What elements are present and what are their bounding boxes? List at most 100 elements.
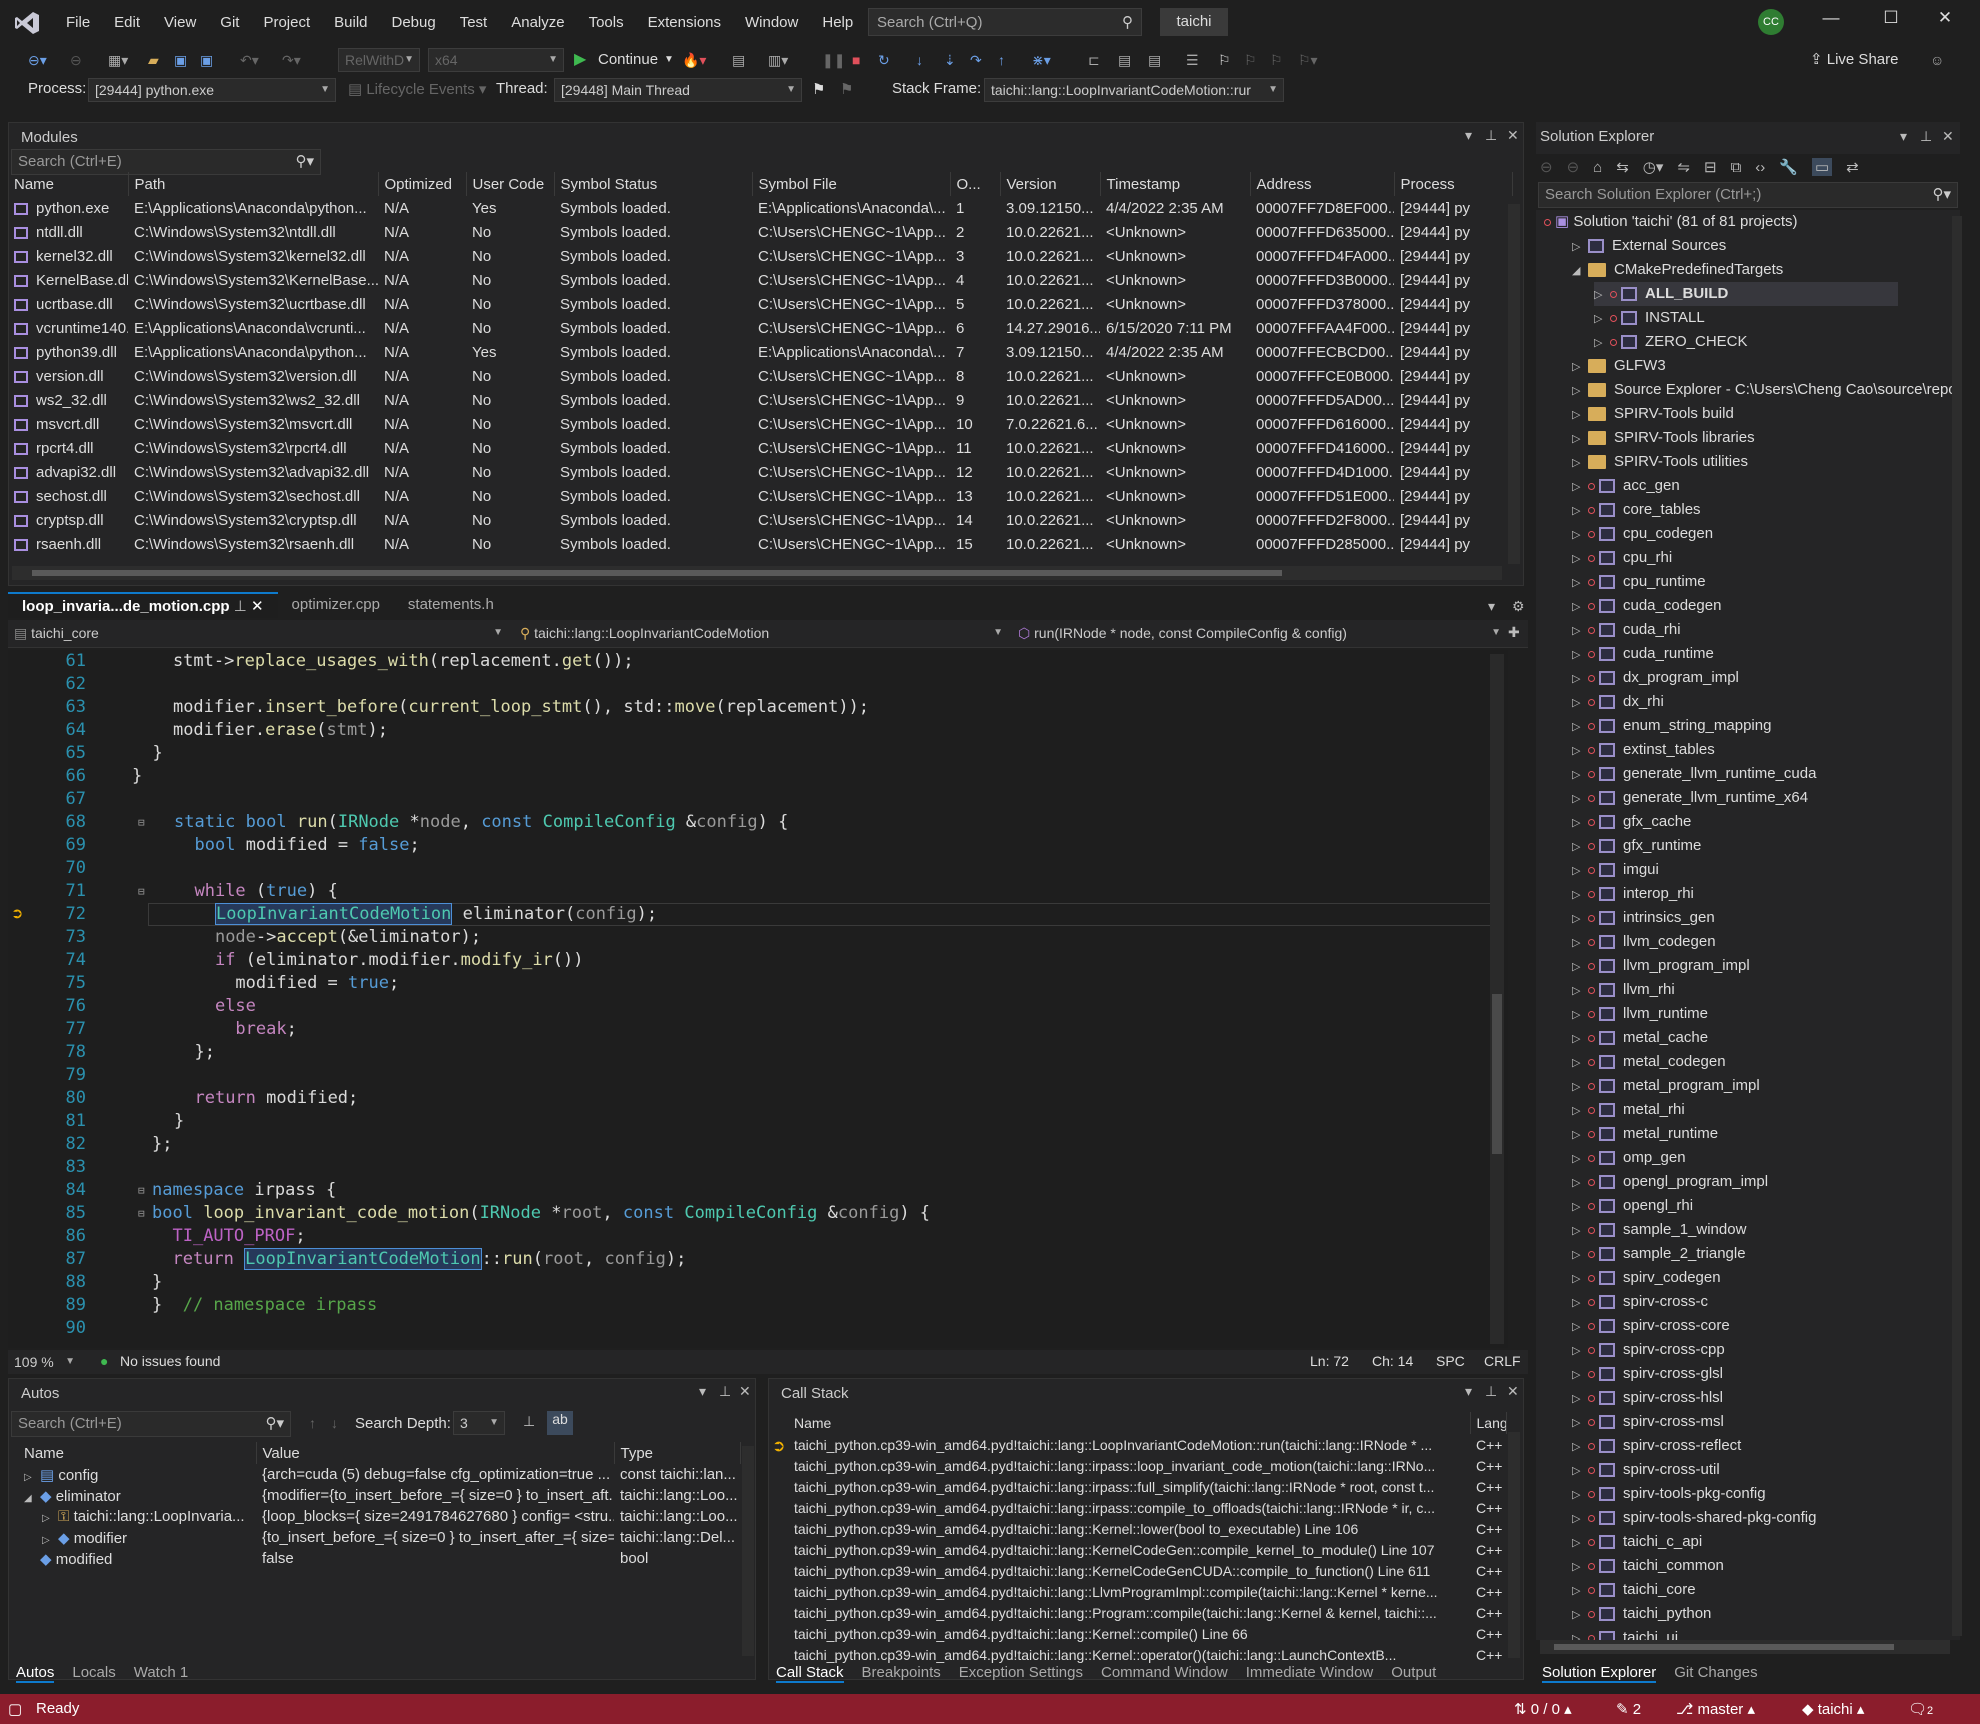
continue-play-icon[interactable]: ▶ xyxy=(574,48,586,72)
tree-item-external[interactable]: ▷ External Sources xyxy=(1572,234,1726,258)
chevron-right-icon[interactable]: ▷ xyxy=(1572,1195,1588,1219)
tree-item-taichi_ui[interactable]: ▷ taichi_ui xyxy=(1572,1626,1678,1640)
close-panel-icon[interactable]: ✕ xyxy=(1942,128,1954,145)
sync-icon[interactable]: ⇋ xyxy=(1677,158,1690,176)
show-threads-icon[interactable]: ⋇▾ xyxy=(1032,48,1051,72)
modules-horizontal-scrollbar[interactable] xyxy=(12,566,1502,580)
chevron-right-icon[interactable]: ▷ xyxy=(1572,1387,1588,1411)
new-item-icon[interactable]: ▦▾ xyxy=(108,48,128,72)
tree-item-cpu_codegen[interactable]: ▷ cpu_codegen xyxy=(1572,522,1713,546)
tree-item-spirv-tools-pkg-config[interactable]: ▷ spirv-tools-pkg-config xyxy=(1572,1482,1766,1506)
pin-icon[interactable]: ⊥ xyxy=(1920,128,1932,145)
menu-item-extensions[interactable]: Extensions xyxy=(636,14,733,31)
table-row[interactable]: python.exe E:\Applications\Anaconda\pytho… xyxy=(8,196,1512,220)
tree-item-llvm_rhi[interactable]: ▷ llvm_rhi xyxy=(1572,978,1675,1002)
issues-status[interactable]: No issues found xyxy=(120,1353,220,1369)
pause-icon[interactable]: ❚❚ xyxy=(822,48,845,72)
column-header[interactable]: Lang xyxy=(1470,1412,1507,1434)
minimize-icon[interactable]: — xyxy=(1816,8,1846,28)
expand-icon[interactable]: ▷ xyxy=(42,1535,58,1546)
tree-item-dx_program_impl[interactable]: ▷ dx_program_impl xyxy=(1572,666,1739,690)
back-icon[interactable]: ⊖▾ xyxy=(28,48,47,72)
prev-bookmark-icon[interactable]: ⚐ xyxy=(1244,48,1257,72)
chevron-right-icon[interactable]: ▷ xyxy=(1572,403,1588,427)
scrollbar-thumb[interactable] xyxy=(1554,1644,1894,1650)
tree-item-gfx_cache[interactable]: ▷ gfx_cache xyxy=(1572,810,1691,834)
tab-exception-settings[interactable]: Exception Settings xyxy=(959,1664,1083,1683)
column-header[interactable]: Name xyxy=(18,1442,257,1464)
table-row[interactable]: kernel32.dll C:\Windows\System32\kernel32… xyxy=(8,244,1512,268)
menu-item-test[interactable]: Test xyxy=(448,14,500,31)
chevron-right-icon[interactable]: ▷ xyxy=(1572,1123,1588,1147)
table-row[interactable]: advapi32.dll C:\Windows\System32\advapi32… xyxy=(8,460,1512,484)
attach-icon[interactable]: ▤ xyxy=(732,48,745,72)
table-row[interactable]: sechost.dll C:\Windows\System32\sechost.d… xyxy=(8,484,1512,508)
tab-autos[interactable]: Autos xyxy=(16,1664,55,1683)
menu-item-analyze[interactable]: Analyze xyxy=(499,14,576,31)
tree-item-spirv-cross-glsl[interactable]: ▷ spirv-cross-glsl xyxy=(1572,1362,1723,1386)
stack-frame-row[interactable]: taichi_python.cp39-win_amd64.pyd!taichi:… xyxy=(788,1644,1506,1665)
chevron-right-icon[interactable]: ▷ xyxy=(1572,451,1588,475)
stack-frame-row[interactable]: taichi_python.cp39-win_amd64.pyd!taichi:… xyxy=(788,1560,1506,1581)
tab-locals[interactable]: Locals xyxy=(72,1664,115,1683)
pin-watch-icon[interactable]: ⊥ xyxy=(523,1413,535,1430)
chevron-right-icon[interactable]: ▷ xyxy=(1572,1219,1588,1243)
chevron-right-icon[interactable]: ▷ xyxy=(1572,547,1588,571)
tree-item-llvm_runtime[interactable]: ▷ llvm_runtime xyxy=(1572,1002,1708,1026)
tree-item-spirv-cross-c[interactable]: ▷ spirv-cross-c xyxy=(1572,1290,1708,1314)
tree-item-zero_check[interactable]: ▷ ZERO_CHECK xyxy=(1594,330,1748,354)
refresh-icon[interactable]: ⇄ xyxy=(1846,158,1859,176)
close-panel-icon[interactable]: ✕ xyxy=(1507,127,1519,144)
pin-icon[interactable]: ⊥ xyxy=(230,598,251,615)
tree-item-cpu_runtime[interactable]: ▷ cpu_runtime xyxy=(1572,570,1706,594)
show-all-icon[interactable]: ⧉ xyxy=(1731,159,1742,176)
autos-search-input[interactable]: Search (Ctrl+E) ⚲▾ xyxy=(11,1411,291,1437)
tab-loop_invaria[interactable]: loop_invaria...de_motion.cpp ⊥ ✕ xyxy=(8,592,278,618)
maximize-icon[interactable]: ☐ xyxy=(1876,8,1906,28)
line-ending-indicator[interactable]: CRLF xyxy=(1484,1353,1521,1369)
collapse-icon[interactable]: ⊟ xyxy=(138,880,145,903)
stack-frame-row[interactable]: taichi_python.cp39-win_amd64.pyd!taichi:… xyxy=(788,1581,1506,1602)
scrollbar-thumb[interactable] xyxy=(1492,994,1502,1154)
column-header[interactable]: Symbol File xyxy=(752,172,951,196)
modules-vertical-scrollbar[interactable] xyxy=(1508,204,1520,564)
solution-scrollbar[interactable] xyxy=(1952,216,1962,1636)
close-panel-icon[interactable]: ✕ xyxy=(739,1383,751,1400)
hot-reload-icon[interactable]: 🔥▾ xyxy=(682,48,706,72)
column-header[interactable]: Value xyxy=(256,1442,615,1464)
chevron-right-icon[interactable]: ▷ xyxy=(1572,1579,1588,1603)
live-share-button[interactable]: ⇪ Live Share xyxy=(1810,48,1898,72)
table-row[interactable]: version.dll C:\Windows\System32\version.d… xyxy=(8,364,1512,388)
column-header[interactable]: Optimized xyxy=(378,172,467,196)
tree-item-sample_2_triangle[interactable]: ▷ sample_2_triangle xyxy=(1572,1242,1746,1266)
collapse-icon[interactable]: ⊟ xyxy=(138,811,145,834)
tree-item-llvm_codegen[interactable]: ▷ llvm_codegen xyxy=(1572,930,1716,954)
chevron-right-icon[interactable]: ▷ xyxy=(1572,379,1588,403)
chevron-right-icon[interactable]: ▷ xyxy=(1572,1315,1588,1339)
column-header[interactable]: O... xyxy=(950,172,1001,196)
tab-call-stack[interactable]: Call Stack xyxy=(776,1664,844,1683)
tab-statements[interactable]: statements.h xyxy=(394,592,544,618)
avatar[interactable]: CC xyxy=(1758,9,1784,35)
pin-icon[interactable]: ⊥ xyxy=(1485,127,1497,144)
column-header[interactable]: Type xyxy=(614,1442,741,1464)
menu-item-build[interactable]: Build xyxy=(322,14,379,31)
tree-item-metal_rhi[interactable]: ▷ metal_rhi xyxy=(1572,1098,1685,1122)
chevron-right-icon[interactable]: ▷ xyxy=(1572,1507,1588,1531)
column-header[interactable]: Version xyxy=(1000,172,1101,196)
tab-solution-explorer[interactable]: Solution Explorer xyxy=(1542,1664,1657,1683)
code-view-icon[interactable]: ‹› xyxy=(1755,159,1765,176)
redo-icon[interactable]: ↷▾ xyxy=(282,48,301,72)
member-dropdown[interactable]: ⬡ run(IRNode * node, const CompileConfig… xyxy=(1012,622,1506,646)
menu-item-help[interactable]: Help xyxy=(810,14,865,31)
tree-item-install[interactable]: ▷ INSTALL xyxy=(1594,306,1705,330)
tab-optimizer[interactable]: optimizer.cpp xyxy=(278,592,394,618)
settings-icon[interactable]: ⚙ xyxy=(1512,598,1525,615)
back-icon[interactable]: ⊖ xyxy=(1540,158,1553,176)
tree-item-spirv_codegen[interactable]: ▷ spirv_codegen xyxy=(1572,1266,1721,1290)
branch-selector[interactable]: ⎇ master ▴ xyxy=(1676,1700,1755,1718)
tree-item-spirv-tools[interactable]: ▷ SPIRV-Tools libraries xyxy=(1572,426,1755,450)
tree-item-taichi_c_api[interactable]: ▷ taichi_c_api xyxy=(1572,1530,1702,1554)
chevron-right-icon[interactable]: ▷ xyxy=(1572,235,1588,259)
next-bookmark-icon[interactable]: ⚐ xyxy=(1270,48,1283,72)
